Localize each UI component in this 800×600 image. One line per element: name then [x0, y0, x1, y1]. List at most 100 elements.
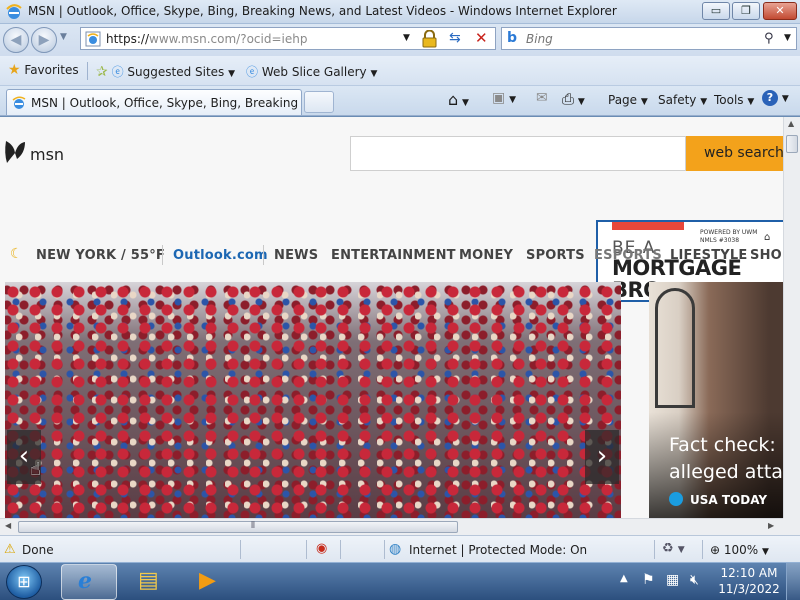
feeds-button[interactable]: ▣ ▼ — [492, 90, 516, 106]
nav-lifestyle[interactable]: LIFESTYLE — [670, 248, 748, 263]
popup-blocker-icon[interactable]: ♻ ▼ — [662, 541, 685, 556]
ad-powered-by: POWERED BY UWM — [700, 229, 758, 236]
close-button[interactable]: ✕ — [763, 2, 797, 20]
ie-logo-icon — [6, 4, 22, 19]
navigation-bar: ◀ ▶ ▼ https://www.msn.com/?ocid=iehp ▼ ⇆… — [0, 24, 800, 56]
nav-sports[interactable]: SPORTS — [526, 248, 585, 263]
zoom-icon: ⊕ — [710, 543, 721, 557]
maximize-button[interactable]: ❐ — [732, 2, 760, 20]
security-zone[interactable]: Internet | Protected Mode: On — [409, 543, 587, 557]
lock-icon[interactable] — [421, 30, 438, 48]
nav-separator — [162, 245, 163, 265]
nav-news[interactable]: NEWS — [274, 248, 318, 263]
minimize-button[interactable]: ▭ — [702, 2, 730, 20]
chevron-left-icon: ‹ — [18, 441, 30, 471]
refresh-icon[interactable]: ⇆ — [449, 30, 461, 46]
msn-search-input[interactable] — [350, 136, 686, 171]
usa-today-icon — [669, 492, 683, 506]
suggested-sites-link[interactable]: ✰ ⓔ Suggested Sites ▼ — [96, 63, 235, 80]
safety-menu[interactable]: Safety ▼ — [658, 93, 707, 107]
tab-msn[interactable]: MSN | Outlook, Office, Skype, Bing, Brea… — [6, 89, 302, 115]
search-box[interactable]: b ⚲ ▼ — [501, 27, 797, 50]
msn-nav-row: ☾ NEW YORK / 55°F Outlook.com NEWS ENTER… — [0, 241, 783, 269]
network-icon[interactable]: ▦ — [666, 572, 679, 588]
scroll-corner — [783, 518, 800, 535]
volume-muted-icon[interactable]: 🔇︎ — [690, 572, 699, 588]
search-icon[interactable]: ⚲ — [764, 31, 774, 46]
chevron-down-icon: ▼ — [747, 97, 755, 107]
scroll-right-icon[interactable]: ▶ — [768, 521, 774, 530]
warning-icon[interactable]: ⚠ — [4, 542, 16, 557]
page-viewport: msn web search POWERED BY UWM NMLS #3038… — [0, 117, 783, 518]
read-mail-button[interactable]: ✉ — [536, 90, 548, 106]
address-dropdown-icon[interactable]: ▼ — [403, 33, 410, 43]
zoom-control[interactable]: ⊕ 100% ▼ — [710, 543, 769, 557]
help-button[interactable]: ? ▼ — [762, 90, 789, 106]
horizontal-scrollbar[interactable]: ◀ ⦀ ▶ — [0, 518, 783, 535]
search-input[interactable] — [526, 31, 756, 47]
favorites-separator — [87, 62, 88, 80]
card-headline[interactable]: Fact check: P alleged attac — [669, 432, 783, 486]
hero-image[interactable] — [5, 282, 621, 518]
chevron-down-icon[interactable]: ▼ — [462, 98, 469, 108]
grip-icon: ⦀ — [251, 521, 255, 531]
new-tab-button[interactable] — [304, 91, 334, 113]
card-headline-line2: alleged attac — [669, 461, 783, 483]
start-button[interactable]: ⊞ — [6, 565, 42, 599]
status-separator — [384, 540, 385, 559]
web-search-button[interactable]: web search — [686, 136, 783, 171]
title-bar: MSN | Outlook, Office, Skype, Bing, Brea… — [0, 0, 800, 24]
taskbar: ⊞ ℯ ▤ ▶ ▲ ⚑ ▦ 🔇︎ 12:10 AM 11/3/2022 — [0, 562, 800, 600]
chevron-down-icon: ▼ — [228, 69, 236, 79]
favorites-button[interactable]: ★ Favorites — [8, 62, 79, 78]
back-button[interactable]: ◀ — [3, 27, 29, 53]
msn-logo[interactable]: msn — [4, 137, 84, 167]
nav-shop[interactable]: SHOP — [750, 248, 783, 263]
windows-logo-icon: ⊞ — [17, 572, 31, 591]
hero-carousel[interactable]: ‹ › — [5, 282, 621, 518]
url-text[interactable]: https://www.msn.com/?ocid=iehp — [106, 32, 307, 46]
search-options-dropdown-icon[interactable]: ▼ — [784, 33, 791, 43]
action-center-flag-icon[interactable]: ⚑ — [642, 572, 655, 588]
scroll-left-icon[interactable]: ◀ — [5, 521, 11, 530]
tab-bar: MSN | Outlook, Office, Skype, Bing, Brea… — [0, 86, 800, 116]
nav-entertainment[interactable]: ENTERTAINMENT — [331, 248, 456, 263]
taskbar-media-player[interactable]: ▶ — [183, 564, 239, 600]
news-card[interactable]: Fact check: P alleged attac USA TODAY — [649, 282, 783, 518]
weather-link[interactable]: NEW YORK / 55°F — [36, 248, 165, 263]
chevron-down-icon[interactable]: ▼ — [578, 97, 585, 107]
nav-separator — [263, 245, 264, 265]
add-favorite-icon[interactable]: ✰ — [96, 64, 108, 80]
forward-button[interactable]: ▶ — [31, 27, 57, 53]
stop-icon[interactable]: ✕ — [475, 29, 488, 47]
show-hidden-icons-icon[interactable]: ▲ — [620, 573, 628, 584]
msn-brand: msn — [30, 145, 65, 164]
recent-pages-dropdown-icon[interactable]: ▼ — [60, 32, 67, 42]
address-bar[interactable]: https://www.msn.com/?ocid=iehp ▼ ⇆ ✕ — [80, 27, 496, 50]
carousel-next-button[interactable]: › — [585, 430, 619, 484]
print-button[interactable]: ⎙ ▼ — [562, 90, 585, 108]
taskbar-file-explorer[interactable]: ▤ — [122, 564, 178, 600]
star-icon: ★ — [8, 62, 21, 78]
nav-esports[interactable]: ESPORTS — [594, 248, 662, 263]
horizontal-scroll-thumb[interactable]: ⦀ — [18, 521, 458, 533]
taskbar-internet-explorer[interactable]: ℯ — [61, 564, 117, 600]
status-separator — [340, 540, 341, 559]
chevron-down-icon: ▼ — [640, 97, 648, 107]
ie-page-icon: ⓔ — [246, 65, 259, 79]
scroll-up-icon[interactable]: ▲ — [788, 119, 794, 128]
web-slice-gallery-link[interactable]: ⓔ Web Slice Gallery ▼ — [246, 63, 377, 80]
page-menu[interactable]: Page ▼ — [608, 93, 648, 107]
show-desktop-button[interactable] — [786, 563, 800, 600]
outlook-link[interactable]: Outlook.com — [173, 248, 268, 263]
card-headline-line1: Fact check: P — [669, 434, 783, 456]
privacy-report-icon[interactable]: ◉ — [316, 541, 327, 556]
status-separator — [240, 540, 241, 559]
home-button[interactable]: ⌂ ▼ — [448, 90, 469, 109]
tools-menu[interactable]: Tools ▼ — [714, 93, 754, 107]
nav-money[interactable]: MONEY — [459, 248, 513, 263]
vertical-scrollbar[interactable]: ▲ — [783, 117, 800, 518]
chevron-down-icon[interactable]: ▼ — [509, 95, 516, 105]
help-icon: ? — [762, 90, 778, 106]
vertical-scroll-thumb[interactable] — [786, 135, 798, 153]
